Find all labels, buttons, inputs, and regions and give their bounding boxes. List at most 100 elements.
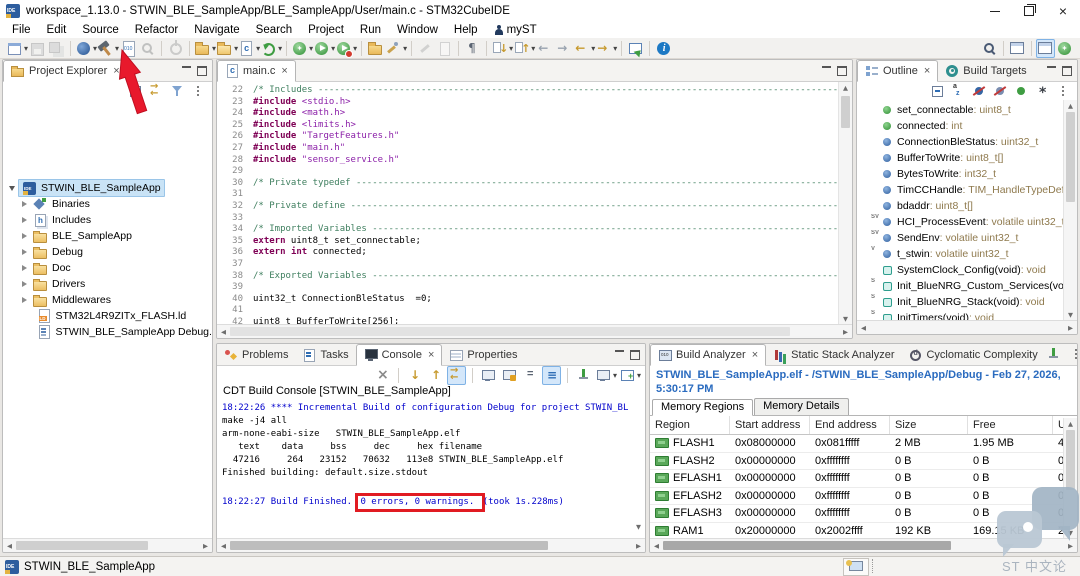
view-menu-button[interactable]	[189, 82, 208, 101]
menu-source[interactable]: Source	[74, 24, 126, 36]
expander-icon[interactable]	[22, 249, 27, 255]
outline-item-t-stwin[interactable]: Vt_stwin : volatile uint32_t	[857, 246, 1064, 262]
scroll-left-icon[interactable]: ◀	[857, 324, 870, 332]
forward-history-button[interactable]: ▾	[595, 39, 617, 58]
tree-item-debug[interactable]: Debug	[3, 244, 212, 260]
dropdown-caret-icon[interactable]: ▾	[637, 371, 641, 380]
hide-fields-button[interactable]	[970, 82, 989, 101]
tab-memory-regions[interactable]: Memory Regions	[652, 399, 753, 416]
console-stdout-button[interactable]	[479, 366, 498, 385]
dropdown-caret-icon[interactable]: ▾	[403, 44, 407, 53]
scroll-thumb[interactable]	[230, 327, 790, 336]
build-button[interactable]: ▾	[97, 39, 119, 58]
tree-item-stwin-ble-sampleapp-debug-launc[interactable]: STWIN_BLE_SampleApp Debug.launc	[3, 324, 212, 340]
search-button[interactable]	[980, 39, 999, 58]
expander-icon[interactable]	[22, 265, 27, 271]
scroll-right-icon[interactable]: ▶	[632, 542, 645, 550]
outline-item-init-bluenrg-stack-void[interactable]: SInit_BlueNRG_Stack(void) : void	[857, 294, 1064, 310]
menu-help[interactable]: Help	[446, 24, 486, 36]
table-row-flash1[interactable]: FLASH10x080000000x081fffff2 MB1.95 MB4	[650, 435, 1064, 453]
save-button[interactable]	[28, 39, 47, 58]
expander-icon[interactable]	[9, 186, 15, 191]
information-button[interactable]	[654, 39, 673, 58]
column-header-start-address[interactable]: Start address	[730, 416, 810, 434]
expander-icon[interactable]	[22, 233, 27, 239]
console-view-shortcut-icon[interactable]	[843, 558, 869, 576]
tab-build-analyzer[interactable]: Build Analyzer×	[650, 344, 766, 366]
dropdown-caret-icon[interactable]: ▾	[613, 371, 617, 380]
scroll-thumb[interactable]	[230, 541, 548, 550]
filter-button[interactable]	[168, 82, 187, 101]
tab-static-stack-analyzer[interactable]: Static Stack Analyzer	[766, 344, 901, 365]
view-menu-icon[interactable]	[1068, 346, 1078, 363]
dropdown-caret-icon[interactable]: ▾	[278, 44, 282, 53]
scroll-left-icon[interactable]: ◀	[217, 328, 230, 336]
code-editor[interactable]: 22/* Includes --------------------------…	[217, 82, 852, 328]
tree-item-doc[interactable]: Doc	[3, 260, 212, 276]
scroll-to-top-button[interactable]	[426, 366, 445, 385]
tree-item-drivers[interactable]: Drivers	[3, 276, 212, 292]
scroll-up-icon[interactable]: ▲	[1064, 420, 1077, 428]
scroll-thumb[interactable]	[841, 96, 850, 128]
tree-item-binaries[interactable]: Binaries	[3, 196, 212, 212]
open-binary-button[interactable]	[119, 39, 138, 58]
minimize-icon[interactable]	[1047, 66, 1056, 75]
next-edit-location-button[interactable]	[554, 39, 573, 58]
minimize-icon[interactable]	[822, 66, 831, 75]
scroll-right-icon[interactable]: ▶	[199, 542, 212, 550]
scroll-down-icon[interactable]: ▼	[839, 315, 852, 323]
tree-item-ble-sampleapp[interactable]: BLE_SampleApp	[3, 228, 212, 244]
outline-item-connected[interactable]: connected : int	[857, 118, 1064, 134]
scroll-down-icon[interactable]: ▼	[1064, 311, 1077, 319]
pencil-button[interactable]	[416, 39, 435, 58]
tab-main-c[interactable]: main.c ×	[217, 60, 296, 82]
open-element-button[interactable]	[138, 39, 157, 58]
tree-item-stwin-ble-sampleapp[interactable]: STWIN_BLE_SampleApp	[3, 180, 212, 196]
new-project-button[interactable]: ▾	[216, 39, 238, 58]
outline-item-init-bluenrg-custom-services-void[interactable]: SInit_BlueNRG_Custom_Services(void) : vo…	[857, 278, 1064, 294]
maximize-icon[interactable]	[837, 66, 847, 76]
sort-button[interactable]	[949, 82, 968, 101]
expander-icon[interactable]	[22, 217, 27, 223]
tab-memory-details[interactable]: Memory Details	[754, 398, 848, 415]
scroll-up-icon[interactable]: ▲	[1064, 102, 1077, 110]
expander-icon[interactable]	[22, 297, 27, 303]
tree-item-includes[interactable]: Includes	[3, 212, 212, 228]
next-annotation-button[interactable]: ▾	[491, 39, 513, 58]
open-console-button[interactable]: ▾	[619, 366, 641, 385]
run-button[interactable]: ▾	[313, 39, 335, 58]
close-icon[interactable]: ×	[113, 65, 119, 77]
minimize-icon[interactable]	[615, 350, 624, 359]
scroll-left-icon[interactable]: ◀	[217, 542, 230, 550]
scroll-up-icon[interactable]: ▲	[839, 84, 852, 92]
outline-horizontal-scrollbar[interactable]: ◀ ▶	[857, 320, 1077, 334]
column-header-free[interactable]: Free	[968, 416, 1053, 434]
menu-project[interactable]: Project	[300, 24, 352, 36]
maximize-icon[interactable]	[1062, 66, 1072, 76]
scroll-left-icon[interactable]: ◀	[650, 542, 663, 550]
outline-item-connectionblestatus[interactable]: ConnectionBleStatus : uint32_t	[857, 134, 1064, 150]
outline-item-systemclock-config-void[interactable]: SystemClock_Config(void) : void	[857, 262, 1064, 278]
dropdown-caret-icon[interactable]: ▾	[353, 44, 357, 53]
back-history-button[interactable]: ▾	[573, 39, 595, 58]
refresh-button[interactable]: ▾	[260, 39, 282, 58]
scroll-thumb[interactable]	[1066, 430, 1075, 490]
display-selected-console-button[interactable]: ▾	[595, 366, 617, 385]
column-header-size[interactable]: Size	[890, 416, 968, 434]
editor-vertical-scrollbar[interactable]: ▲ ▼	[838, 82, 852, 325]
tab-outline[interactable]: Outline×	[857, 60, 938, 82]
tab-tasks[interactable]: Tasks	[295, 344, 355, 365]
scroll-thumb[interactable]	[16, 541, 148, 550]
maximize-icon[interactable]	[197, 66, 207, 76]
tree-item-stm32l4r9zitx-flash-ld[interactable]: STM32L4R9ZITx_FLASH.ld	[3, 308, 212, 324]
word-wrap-button[interactable]	[542, 366, 561, 385]
software-update-button[interactable]: ▾	[75, 39, 97, 58]
outline-item-buffertowrite[interactable]: BufferToWrite : uint8_t[]	[857, 150, 1064, 166]
scroll-left-icon[interactable]: ◀	[3, 542, 16, 550]
cpp-perspective-button[interactable]	[1036, 39, 1055, 58]
close-icon[interactable]: ×	[281, 65, 287, 77]
show-console-on-output-button[interactable]	[447, 366, 466, 385]
console-vertical-scrollbar[interactable]: ▼	[632, 404, 645, 539]
collapse-all-button[interactable]	[928, 82, 947, 101]
menu-myst[interactable]: myST	[486, 24, 545, 36]
